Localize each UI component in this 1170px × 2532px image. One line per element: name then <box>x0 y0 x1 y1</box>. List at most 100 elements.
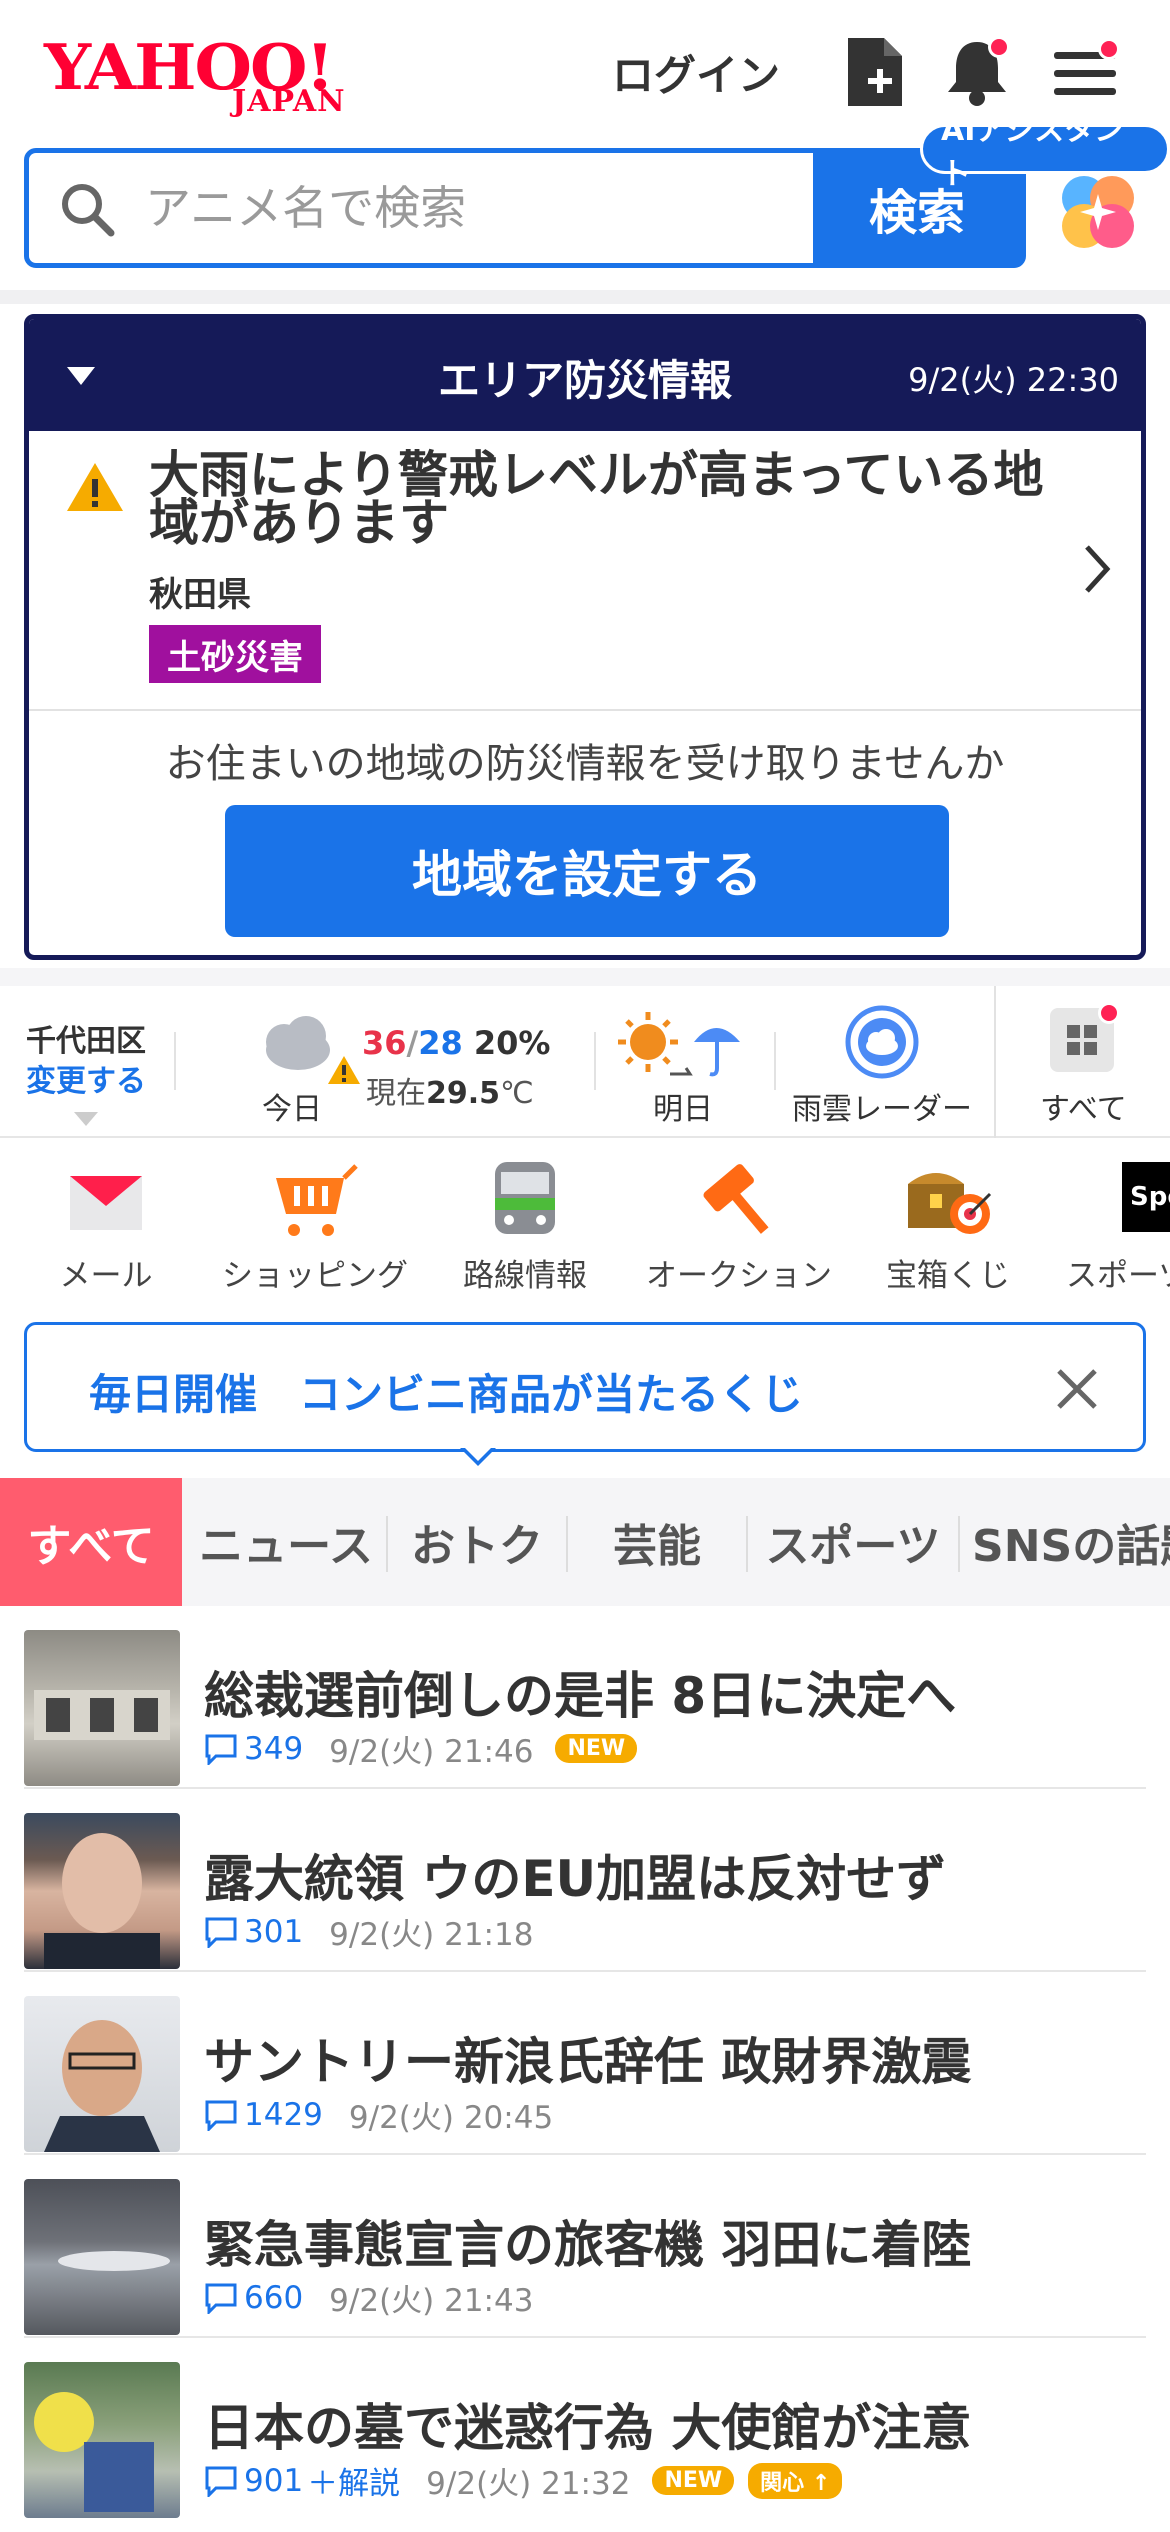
disaster-message[interactable]: 大雨により警戒レベルが高まっている地域があります <box>149 450 1049 548</box>
disaster-prompt: お住まいの地域の防災情報を受け取りませんか <box>165 741 1005 787</box>
warning-icon <box>67 463 123 511</box>
caret-down-icon <box>74 1112 98 1126</box>
comment-icon <box>205 1917 237 1948</box>
news-title[interactable]: 露大統領 ウのEU加盟は反対せず <box>204 1839 946 1911</box>
comment-count[interactable]: 1429 <box>244 2097 323 2133</box>
current-temp: 現在29.5℃ <box>366 1068 534 1112</box>
rain-radar-icon[interactable] <box>844 1004 920 1080</box>
news-thumbnail <box>24 1630 180 1786</box>
comment-icon <box>205 2100 237 2131</box>
news-thumbnail <box>24 1813 180 1969</box>
service-auction[interactable]: オークション <box>644 1158 834 1295</box>
news-title[interactable]: 日本の墓で迷惑行為 大使館が注意 <box>204 2388 971 2460</box>
tab-deals[interactable]: おトク <box>388 1478 566 1606</box>
search-input[interactable] <box>145 173 785 243</box>
news-meta: 301 9/2(火) 21:18 <box>204 1909 533 1954</box>
news-title[interactable]: サントリー新浪氏辞任 政財界激震 <box>204 2022 971 2094</box>
weather-location[interactable]: 千代田区 変更する <box>26 1022 146 1102</box>
promo-banner[interactable]: 毎日開催 コンビニ商品が当たるくじ <box>24 1322 1146 1452</box>
service-label: ショッピング <box>222 1258 408 1294</box>
news-item[interactable]: 総裁選前倒しの是非 8日に決定へ 349 9/2(火) 21:46 NEW <box>24 1606 1146 1789</box>
news-item[interactable]: 露大統領 ウのEU加盟は反対せず 301 9/2(火) 21:18 <box>24 1789 1146 1972</box>
disaster-type-tag: 土砂災害 <box>149 625 321 683</box>
yahoo-japan-logo[interactable]: YAHOO! JAPAN <box>44 28 374 119</box>
interest-badge: 関心 ↑ <box>748 2462 843 2499</box>
comment-count[interactable]: 301 <box>244 1914 303 1950</box>
today-temperatures[interactable]: 36/28 20% <box>362 1024 550 1062</box>
cart-icon <box>276 1164 358 1236</box>
weather-row: 千代田区 変更する 今日 36/28 20% 現在29.5℃ 明日 雨雲レーダー <box>0 986 1170 1138</box>
search-icon <box>62 184 115 237</box>
tab-news[interactable]: ニュース <box>186 1478 386 1606</box>
change-location-link[interactable]: 変更する <box>26 1062 146 1102</box>
sunny-then-rain-icon <box>618 1012 740 1077</box>
rain-radar-label[interactable]: 雨雲レーダー <box>792 1084 972 1128</box>
news-meta: 349 9/2(火) 21:46 NEW <box>204 1726 638 1771</box>
arrow-up-icon: ↑ <box>811 2470 831 2496</box>
divider <box>594 1032 596 1090</box>
set-region-button[interactable]: 地域を設定する <box>225 805 949 937</box>
commentary-link[interactable]: ＋解説 <box>307 2458 400 2503</box>
add-document-icon[interactable] <box>840 34 910 110</box>
service-treasure[interactable]: 宝箱くじ <box>884 1158 1012 1295</box>
all-apps-dot <box>1098 1002 1120 1024</box>
news-thumbnail <box>24 2362 180 2518</box>
comment-count[interactable]: 349 <box>244 1731 303 1767</box>
low-temp: 28 <box>418 1024 463 1062</box>
service-label: オークション <box>646 1258 832 1294</box>
tab-entertainment[interactable]: 芸能 <box>568 1478 746 1606</box>
service-transit[interactable]: 路線情報 <box>458 1158 592 1295</box>
tab-sports[interactable]: スポーツ <box>748 1478 958 1606</box>
precip-chance: 20% <box>473 1024 551 1062</box>
separator <box>0 968 1170 986</box>
service-shopping[interactable]: ショッピング <box>222 1158 408 1295</box>
today-label[interactable]: 今日 <box>262 1084 322 1128</box>
comment-icon <box>205 2283 237 2314</box>
login-link[interactable]: ログイン <box>612 42 780 103</box>
news-item[interactable]: 緊急事態宣言の旅客機 羽田に着陸 660 9/2(火) 21:43 <box>24 2155 1146 2338</box>
separator <box>0 290 1170 304</box>
notification-bell-icon[interactable] <box>942 34 1012 110</box>
service-label: 宝箱くじ <box>886 1258 1010 1294</box>
service-sports[interactable]: Spo スポーツ <box>1066 1158 1170 1295</box>
current-prefix: 現在 <box>366 1076 426 1111</box>
menu-dot <box>1098 38 1120 60</box>
sports-icon: Spo <box>1122 1162 1170 1232</box>
all-apps-icon[interactable] <box>1050 1002 1120 1072</box>
temp-unit: ℃ <box>500 1076 534 1111</box>
menu-hamburger-icon[interactable] <box>1050 34 1120 110</box>
close-icon[interactable] <box>1053 1365 1101 1413</box>
new-badge: NEW <box>555 1734 638 1763</box>
comment-icon <box>205 1734 237 1765</box>
service-label: メール <box>59 1258 153 1294</box>
disaster-header[interactable]: エリア防災情報 9/2(火) 22:30 <box>29 319 1141 431</box>
weather-warning-icon <box>328 1056 360 1084</box>
divider <box>174 1032 176 1090</box>
promo-text[interactable]: 毎日開催 コンビニ商品が当たるくじ <box>89 1361 803 1422</box>
news-item[interactable]: 日本の墓で迷惑行為 大使館が注意 901 ＋解説 9/2(火) 21:32 NE… <box>24 2338 1146 2521</box>
news-title[interactable]: 総裁選前倒しの是非 8日に決定へ <box>204 1656 956 1728</box>
news-time: 9/2(火) 20:45 <box>348 2100 554 2136</box>
tab-all[interactable]: すべて <box>0 1478 182 1606</box>
disaster-prefecture: 秋田県 <box>149 575 251 615</box>
tomorrow-label[interactable]: 明日 <box>653 1084 713 1128</box>
treasure-box-icon <box>908 1173 992 1234</box>
comment-count[interactable]: 660 <box>244 2280 303 2316</box>
current-temp-value: 29.5 <box>426 1076 501 1111</box>
location-name: 千代田区 <box>26 1024 146 1059</box>
news-thumbnail <box>24 2179 180 2335</box>
auction-hammer-icon <box>703 1164 769 1234</box>
news-time: 9/2(火) 21:43 <box>329 2283 534 2319</box>
disaster-datetime: 9/2(火) 22:30 <box>908 361 1119 399</box>
service-mail[interactable]: メール <box>56 1158 156 1295</box>
comment-count[interactable]: 901 <box>244 2463 303 2499</box>
news-meta: 901 ＋解説 9/2(火) 21:32 NEW 関心 ↑ <box>204 2458 843 2503</box>
chevron-right-icon[interactable] <box>1077 541 1117 597</box>
news-item[interactable]: サントリー新浪氏辞任 政財界激震 1429 9/2(火) 20:45 <box>24 1972 1146 2155</box>
news-title[interactable]: 緊急事態宣言の旅客機 羽田に着陸 <box>204 2205 971 2277</box>
ai-assistant-badge[interactable]: AIアシスタント <box>920 113 1170 192</box>
tab-sns[interactable]: SNSの話題 <box>972 1478 1170 1606</box>
all-apps-label[interactable]: すべて <box>1040 1084 1127 1128</box>
train-icon <box>495 1162 555 1234</box>
service-label: スポーツ <box>1066 1258 1170 1294</box>
